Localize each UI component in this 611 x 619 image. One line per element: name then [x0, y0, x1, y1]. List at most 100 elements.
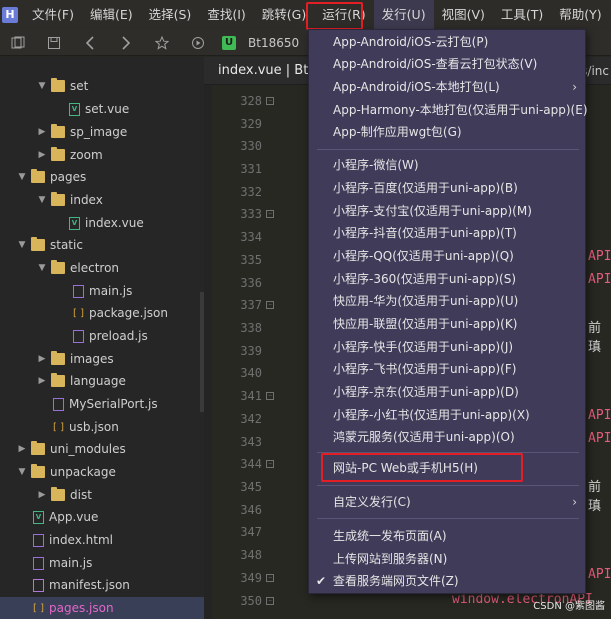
menu-item-generate-release-page[interactable]: 生成统一发布页面(A): [309, 525, 585, 547]
line-number: 340: [240, 366, 262, 381]
line-number: 342: [240, 412, 262, 427]
menu-item-quickapp-huawei[interactable]: 快应用-华为(仅适用于uni-app)(U): [309, 290, 585, 312]
tree-item[interactable]: ▶ sp_image: [0, 121, 204, 143]
menu-tools[interactable]: 工具(T): [493, 0, 551, 30]
tree-item-label: index.html: [49, 533, 113, 547]
tree-item[interactable]: ▼ electron: [0, 257, 204, 279]
menu-item-mp-alipay[interactable]: 小程序-支付宝(仅适用于uni-app)(M): [309, 200, 585, 222]
menu-help[interactable]: 帮助(Y): [551, 0, 609, 30]
back-icon[interactable]: [72, 30, 108, 56]
code-text: API: [588, 272, 611, 287]
tree-item-label: set.vue: [85, 102, 130, 116]
json-file-icon: [ ]: [53, 421, 64, 433]
tree-item[interactable]: ▶ images: [0, 348, 204, 370]
code-text: API: [588, 249, 611, 264]
tree-item-label: pages.json: [49, 601, 114, 615]
chevron-down-icon: ▼: [38, 263, 46, 273]
tree-item-label: preload.js: [89, 329, 148, 343]
tree-item-label: package.json: [89, 306, 169, 320]
tree-item[interactable]: Vset.vue: [0, 98, 204, 120]
gutter-strip: [204, 85, 212, 619]
menu-file[interactable]: 文件(F): [24, 0, 82, 30]
tree-item[interactable]: main.js: [0, 280, 204, 302]
chevron-right-icon: ▶: [38, 376, 46, 386]
tree-item[interactable]: [ ] package.json: [0, 302, 204, 324]
menu-item-mp-feishu[interactable]: 小程序-飞书(仅适用于uni-app)(F): [309, 358, 585, 380]
code-text: 前瑱: [588, 321, 602, 355]
menu-item-mp-kuaishou[interactable]: 小程序-快手(仅适用于uni-app)(J): [309, 336, 585, 358]
menu-item-harmony-atomic[interactable]: 鸿蒙元服务(仅适用于uni-app)(O): [309, 426, 585, 448]
vue-file-icon: V: [69, 216, 80, 230]
menu-find[interactable]: 查找(I): [199, 0, 253, 30]
menu-item-mp-xiaohongshu[interactable]: 小程序-小红书(仅适用于uni-app)(X): [309, 404, 585, 426]
line-number: 339: [240, 344, 262, 359]
menu-item-mp-qq[interactable]: 小程序-QQ(仅适用于uni-app)(Q): [309, 245, 585, 267]
menu-item-view-server-files[interactable]: ✔ 查看服务端网页文件(Z): [309, 570, 585, 592]
tree-item-label: sp_image: [70, 125, 128, 139]
js-file-icon: [53, 397, 64, 411]
menu-item-mp-360[interactable]: 小程序-360(仅适用于uni-app)(S): [309, 268, 585, 290]
fold-icon: −: [266, 597, 274, 606]
tree-item[interactable]: [ ] usb.json: [0, 416, 204, 438]
folder-icon: [51, 487, 65, 501]
files-icon[interactable]: [0, 30, 36, 56]
menu-bar: H 文件(F) 编辑(E) 选择(S) 查找(I) 跳转(G) 运行(R) 发行…: [0, 0, 611, 30]
forward-icon[interactable]: [108, 30, 144, 56]
menu-view[interactable]: 视图(V): [434, 0, 493, 30]
tree-item[interactable]: index.html: [0, 529, 204, 551]
tree-item-selected[interactable]: [ ] pages.json: [0, 597, 204, 619]
chevron-right-icon: ›: [572, 495, 577, 509]
run-icon[interactable]: [180, 30, 216, 56]
tree-item[interactable]: manifest.json: [0, 574, 204, 596]
line-number: 343: [240, 435, 262, 450]
menu-separator: [317, 149, 579, 150]
line-number: 344−: [212, 453, 274, 476]
tree-item-label: set: [70, 79, 89, 93]
tree-item[interactable]: ▶ zoom: [0, 144, 204, 166]
menu-item-custom-publish[interactable]: 自定义发行(C) ›: [309, 491, 585, 513]
chevron-right-icon: ▶: [38, 127, 46, 137]
menu-select[interactable]: 选择(S): [141, 0, 200, 30]
menu-item-mp-jd[interactable]: 小程序-京东(仅适用于uni-app)(D): [309, 381, 585, 403]
tree-item[interactable]: ▼ static: [0, 234, 204, 256]
menu-item-upload-to-server[interactable]: 上传网站到服务器(N): [309, 548, 585, 570]
tree-item[interactable]: main.js: [0, 552, 204, 574]
menu-item-app-local-pack[interactable]: App-Android/iOS-本地打包(L) ›: [309, 76, 585, 98]
folder-icon: [51, 147, 65, 161]
menu-item-web-h5[interactable]: 网站-PC Web或手机H5(H): [309, 457, 585, 479]
tree-item[interactable]: ▼ set: [0, 75, 204, 97]
code-text: API: [588, 408, 611, 423]
folder-icon: [51, 192, 65, 206]
menu-item-harmony-local-pack[interactable]: App-Harmony-本地打包(仅适用于uni-app)(E): [309, 99, 588, 121]
menu-goto[interactable]: 跳转(G): [254, 0, 314, 30]
project-breadcrumb[interactable]: Bt18650: [248, 36, 299, 50]
js-file-icon: [73, 329, 84, 343]
menu-item-mp-douyin[interactable]: 小程序-抖音(仅适用于uni-app)(T): [309, 222, 585, 244]
tree-item[interactable]: ▶ uni_modules: [0, 438, 204, 460]
folder-icon: [51, 260, 65, 274]
menu-publish[interactable]: 发行(U): [373, 0, 434, 30]
tree-item[interactable]: MySerialPort.js: [0, 393, 204, 415]
tree-item[interactable]: ▶ dist: [0, 484, 204, 506]
menu-run[interactable]: 运行(R): [314, 0, 373, 30]
tree-item[interactable]: ▶ language: [0, 370, 204, 392]
menu-item-app-cloud-pack[interactable]: App-Android/iOS-云打包(P): [309, 31, 585, 53]
menu-edit[interactable]: 编辑(E): [82, 0, 141, 30]
tree-item-label: index: [70, 193, 103, 207]
menu-item-app-cloud-status[interactable]: App-Android/iOS-查看云打包状态(V): [309, 53, 585, 75]
tree-item[interactable]: preload.js: [0, 325, 204, 347]
tree-item[interactable]: ▼ unpackage: [0, 461, 204, 483]
tree-item[interactable]: Vindex.vue: [0, 212, 204, 234]
menu-item-quickapp-union[interactable]: 快应用-联盟(仅适用于uni-app)(K): [309, 313, 585, 335]
folder-icon: [31, 169, 45, 183]
editor-tab-active[interactable]: index.vue | Bt1: [212, 57, 323, 85]
tree-item[interactable]: ▼ pages: [0, 166, 204, 188]
menu-item-mp-baidu[interactable]: 小程序-百度(仅适用于uni-app)(B): [309, 177, 585, 199]
star-icon[interactable]: [144, 30, 180, 56]
tree-item[interactable]: ▼ index: [0, 189, 204, 211]
line-number: 330: [240, 139, 262, 154]
save-icon[interactable]: [36, 30, 72, 56]
menu-item-mp-weixin[interactable]: 小程序-微信(W): [309, 154, 585, 176]
menu-item-wgt-pack[interactable]: App-制作应用wgt包(G): [309, 121, 585, 143]
tree-item[interactable]: V App.vue: [0, 506, 204, 528]
